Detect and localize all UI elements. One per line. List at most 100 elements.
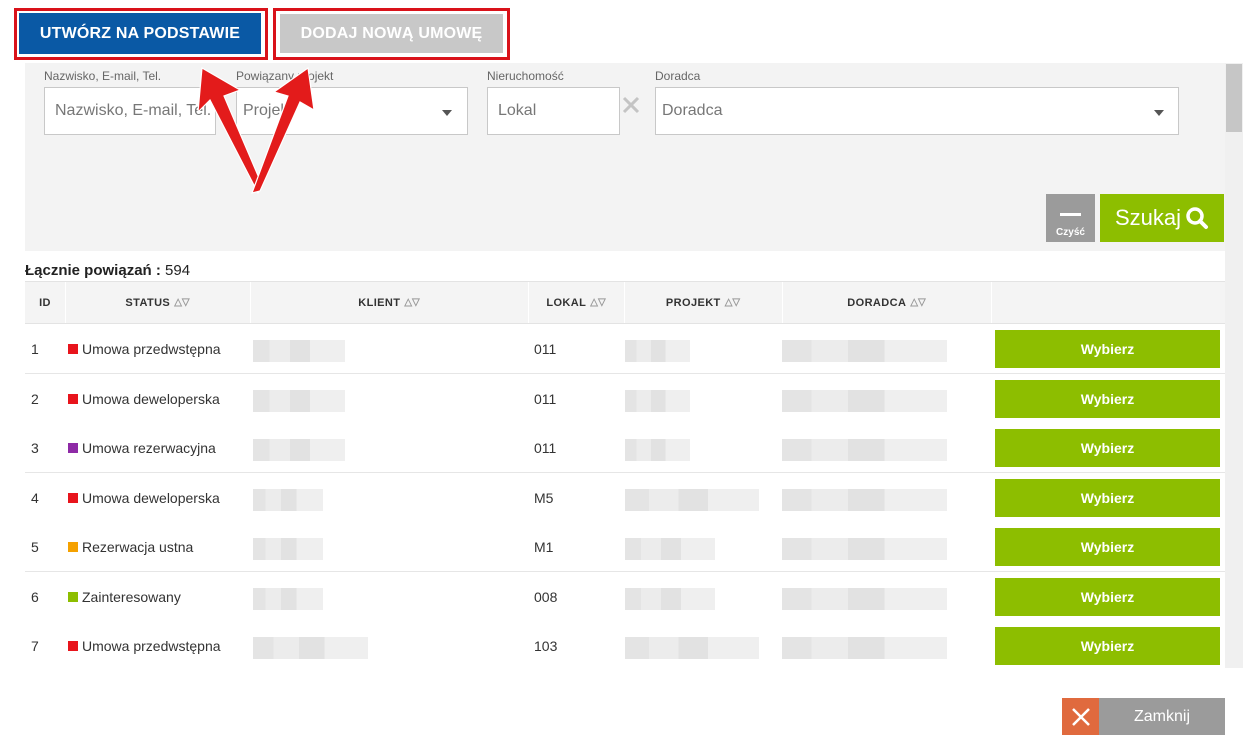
column-id-label: ID bbox=[39, 296, 51, 309]
client-redacted bbox=[253, 538, 323, 560]
scrollbar-thumb[interactable] bbox=[1226, 64, 1242, 132]
close-icon bbox=[1071, 707, 1090, 726]
table-row: 3 Umowa rezerwacyjna 011 Wybierz bbox=[25, 423, 1225, 473]
row-property: 103 bbox=[534, 637, 558, 654]
close-button[interactable]: Zamknij bbox=[1062, 698, 1225, 735]
column-status-label: STATUS bbox=[125, 296, 171, 309]
advisor-redacted bbox=[782, 588, 947, 610]
status-color-square bbox=[68, 393, 78, 404]
row-id: 7 bbox=[31, 637, 39, 654]
table-header: ID STATUS △▽ KLIENT △▽ LOKAL △▽ PROJEKT △▽ D… bbox=[25, 281, 1225, 324]
row-id: 1 bbox=[31, 340, 39, 357]
row-id: 3 bbox=[31, 439, 39, 456]
row-status-label: Rezerwacja ustna bbox=[82, 538, 194, 555]
total-links-summary: Łącznie powiązań : 594 bbox=[25, 262, 190, 279]
select-button[interactable]: Wybierz bbox=[995, 429, 1220, 467]
clear-property-icon[interactable] bbox=[622, 96, 640, 114]
column-project-label: PROJEKT bbox=[665, 296, 721, 309]
sort-arrows-icon[interactable]: △▽ bbox=[590, 297, 605, 308]
row-status-label: Umowa rezerwacyjna bbox=[82, 439, 216, 456]
minus-icon bbox=[1060, 213, 1081, 216]
total-links-label: Łącznie powiązań : bbox=[25, 262, 161, 279]
project-redacted bbox=[625, 439, 690, 461]
advisor-redacted bbox=[782, 489, 947, 511]
column-status[interactable]: STATUS △▽ bbox=[65, 282, 250, 323]
column-property[interactable]: LOKAL △▽ bbox=[528, 282, 624, 323]
column-advisor[interactable]: DORADCA △▽ bbox=[782, 282, 991, 323]
row-id: 4 bbox=[31, 489, 39, 506]
property-input-placeholder: Lokal bbox=[498, 102, 537, 119]
row-property: M5 bbox=[534, 489, 554, 506]
status-color-square bbox=[68, 343, 78, 354]
row-property: M1 bbox=[534, 538, 554, 555]
client-redacted bbox=[253, 588, 323, 610]
sort-arrows-icon[interactable]: △▽ bbox=[725, 297, 740, 308]
advisor-redacted bbox=[782, 439, 947, 461]
property-input[interactable]: Lokal bbox=[487, 87, 620, 135]
project-redacted bbox=[625, 390, 690, 412]
clear-button[interactable]: Czyść bbox=[1046, 194, 1095, 242]
total-links-count: 594 bbox=[165, 262, 191, 279]
status-color-square bbox=[68, 541, 78, 552]
row-status-label: Zainteresowany bbox=[82, 588, 181, 605]
project-redacted bbox=[625, 538, 715, 560]
table-row: 6 Zainteresowany 008 Wybierz bbox=[25, 572, 1225, 622]
close-button-label: Zamknij bbox=[1133, 707, 1190, 725]
row-id: 2 bbox=[31, 390, 39, 407]
project-redacted bbox=[625, 340, 690, 362]
row-status-label: Umowa deweloperska bbox=[82, 390, 220, 407]
sort-arrows-icon[interactable]: △▽ bbox=[174, 297, 189, 308]
advisor-redacted bbox=[782, 340, 947, 362]
advisor-filter-label: Doradca bbox=[655, 69, 701, 83]
advisor-redacted bbox=[782, 637, 947, 659]
column-project[interactable]: PROJEKT △▽ bbox=[624, 282, 782, 323]
column-advisor-label: DORADCA bbox=[847, 296, 907, 309]
advisor-select-placeholder: Doradca bbox=[662, 102, 723, 119]
project-redacted bbox=[625, 489, 759, 511]
sort-arrows-icon[interactable]: △▽ bbox=[910, 297, 925, 308]
row-status-label: Umowa przedwstępna bbox=[82, 637, 221, 654]
scrollbar-track[interactable] bbox=[1225, 63, 1243, 668]
advisor-select[interactable]: Doradca bbox=[655, 87, 1179, 135]
status-color-square bbox=[68, 640, 78, 651]
row-property: 011 bbox=[534, 340, 557, 357]
sort-arrows-icon[interactable]: △▽ bbox=[404, 297, 419, 308]
add-contract-button[interactable]: DODAJ NOWĄ UMOWĘ bbox=[280, 14, 503, 53]
column-divider bbox=[991, 282, 992, 323]
row-status: Zainteresowany bbox=[68, 572, 181, 621]
select-button[interactable]: Wybierz bbox=[995, 330, 1220, 368]
project-redacted bbox=[625, 637, 759, 659]
create-based-button[interactable]: UTWÓRZ NA PODSTAWIE bbox=[19, 13, 261, 54]
project-redacted bbox=[625, 588, 715, 610]
row-status: Umowa rezerwacyjna bbox=[68, 423, 216, 472]
search-button[interactable]: Szukaj bbox=[1100, 194, 1224, 242]
advisor-redacted bbox=[782, 390, 947, 412]
client-redacted bbox=[253, 489, 323, 511]
column-property-label: LOKAL bbox=[546, 296, 587, 309]
select-button[interactable]: Wybierz bbox=[995, 578, 1220, 616]
table-row: 4 Umowa deweloperska M5 Wybierz bbox=[25, 473, 1225, 523]
row-status-label: Umowa deweloperska bbox=[82, 489, 220, 506]
status-color-square bbox=[68, 591, 78, 602]
row-status: Rezerwacja ustna bbox=[68, 522, 193, 571]
row-id: 6 bbox=[31, 588, 39, 605]
status-color-square bbox=[68, 492, 78, 503]
row-status: Umowa przedwstępna bbox=[68, 324, 221, 373]
search-icon bbox=[1186, 207, 1209, 229]
search-button-label: Szukaj bbox=[1114, 205, 1182, 230]
client-redacted bbox=[253, 390, 345, 412]
select-button[interactable]: Wybierz bbox=[995, 380, 1220, 418]
select-button[interactable]: Wybierz bbox=[995, 479, 1220, 517]
row-status: Umowa deweloperska bbox=[68, 374, 220, 423]
row-status-label: Umowa przedwstępna bbox=[82, 340, 221, 357]
advisor-redacted bbox=[782, 538, 947, 560]
close-icon-box bbox=[1062, 698, 1099, 735]
property-filter-label: Nieruchomość bbox=[487, 69, 564, 83]
advisor-chevron-down-icon bbox=[1154, 110, 1164, 116]
clear-button-label: Czyść bbox=[1056, 227, 1085, 238]
select-button[interactable]: Wybierz bbox=[995, 627, 1220, 665]
column-client[interactable]: KLIENT △▽ bbox=[250, 282, 528, 323]
select-button[interactable]: Wybierz bbox=[995, 528, 1220, 566]
column-client-label: KLIENT bbox=[358, 296, 401, 309]
client-filter-label: Nazwisko, E-mail, Tel. bbox=[44, 69, 162, 83]
